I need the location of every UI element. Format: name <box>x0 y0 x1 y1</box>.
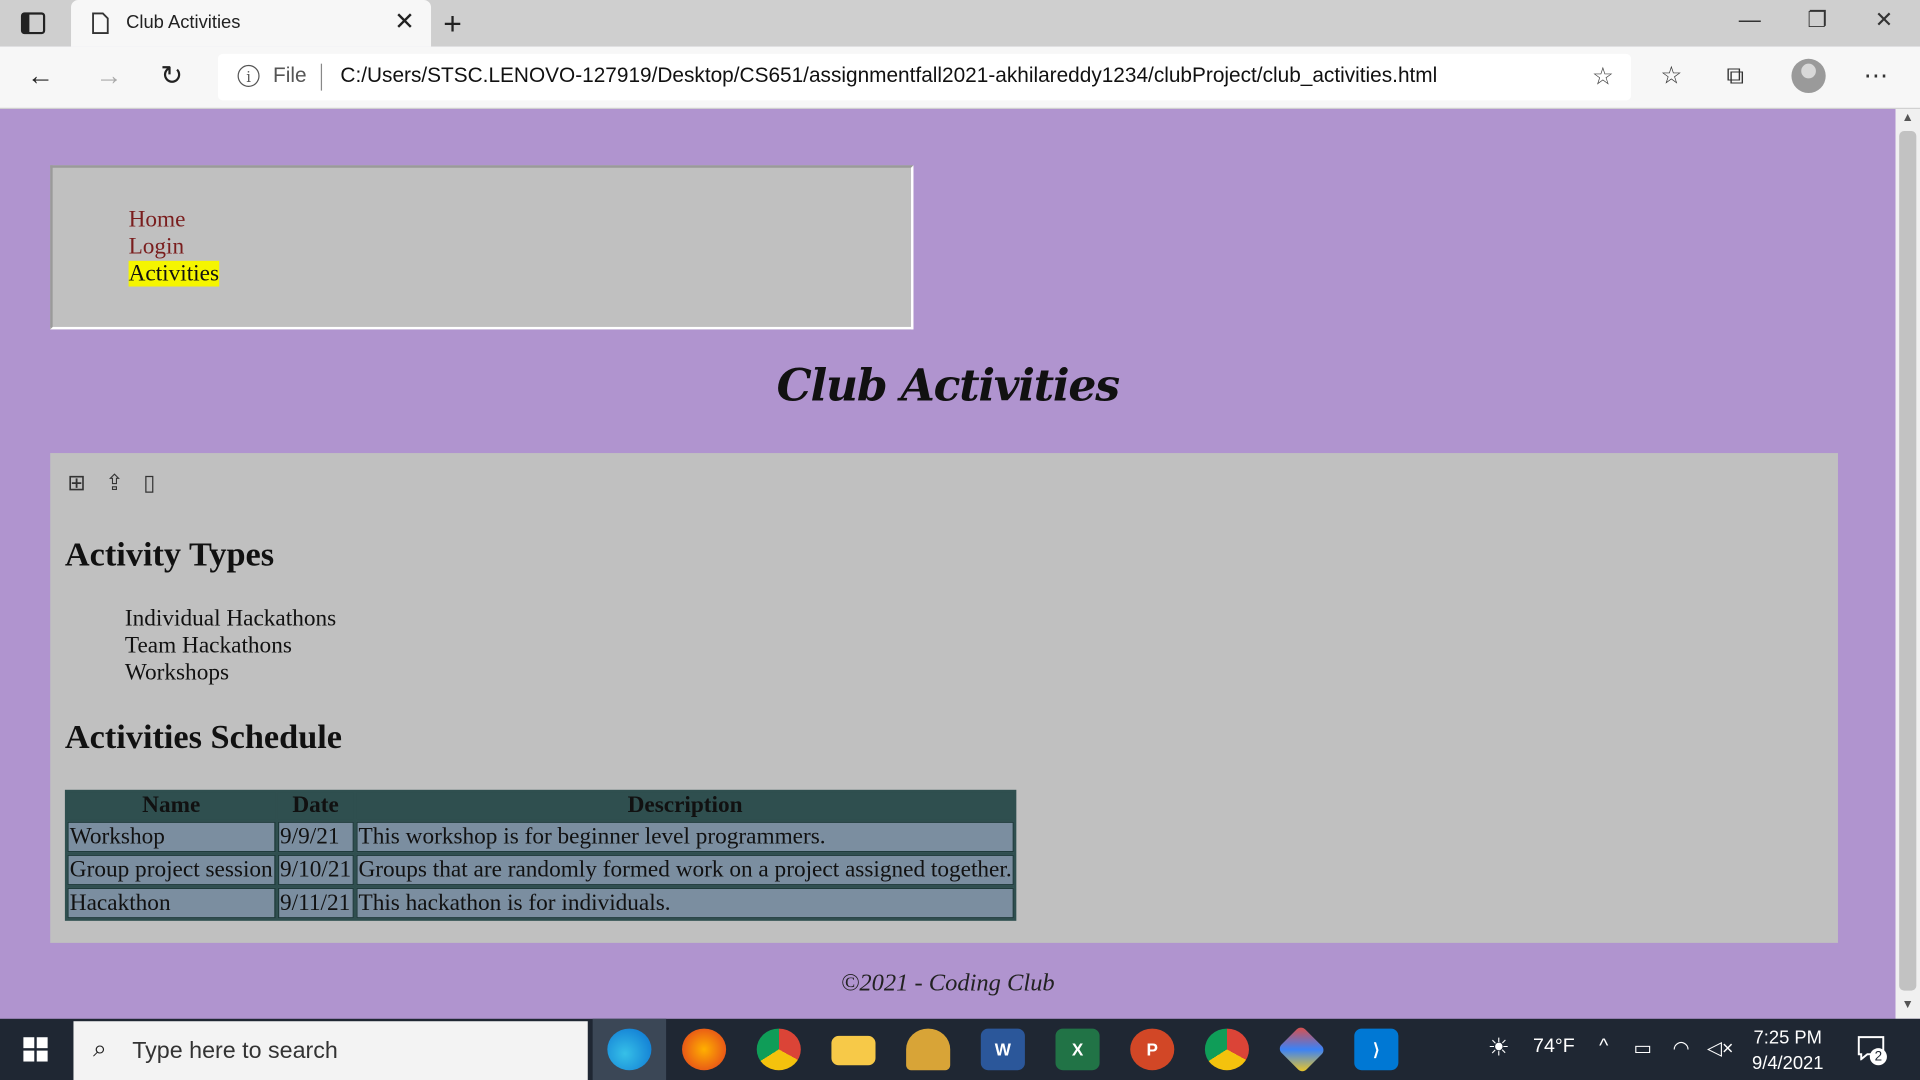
clock-time: 7:25 PM <box>1753 1027 1822 1049</box>
chrome-icon[interactable] <box>756 1028 801 1071</box>
security-lock-icon[interactable] <box>906 1028 951 1071</box>
cell-name: Group project session <box>67 854 276 886</box>
cell-date: 9/9/21 <box>277 821 354 853</box>
activity-types-heading: Activity Types <box>64 536 275 575</box>
scrollbar-thumb[interactable] <box>1899 131 1917 991</box>
page-footer: ©2021 - Coding Club <box>840 969 1055 997</box>
tab-title: Club Activities <box>126 12 241 34</box>
address-separator <box>320 63 323 91</box>
add-table-icon[interactable]: ⊞ <box>67 470 85 496</box>
excel-icon[interactable]: X <box>1055 1028 1100 1071</box>
vscode-icon[interactable]: ⟩ <box>1354 1028 1399 1071</box>
file-explorer-icon[interactable] <box>831 1035 876 1066</box>
forward-icon[interactable]: → <box>96 59 123 93</box>
nav-link-activities[interactable]: Activities <box>128 260 220 287</box>
document-icon <box>92 12 109 34</box>
address-toolbar: ← → ↻ i File C:/Users/STSC.LENOVO-127919… <box>0 46 1920 109</box>
browser-tab-bar: Club Activities ✕ + — ❐ ✕ <box>0 0 1920 47</box>
cell-description: This workshop is for beginner level prog… <box>356 821 1015 853</box>
site-nav: Home Login Activities <box>50 165 914 330</box>
address-bar[interactable]: i File C:/Users/STSC.LENOVO-127919/Deskt… <box>217 53 1632 101</box>
table-header-row: Name Date Description <box>67 792 1015 820</box>
cell-name: Hacakthon <box>67 887 276 919</box>
profile-avatar[interactable] <box>1791 58 1826 94</box>
new-tab-icon[interactable]: + <box>443 5 462 42</box>
scroll-up-icon[interactable]: ▲ <box>1902 111 1914 124</box>
cell-description: Groups that are randomly formed work on … <box>356 854 1015 886</box>
browser-tab-club-activities[interactable]: Club Activities ✕ <box>71 0 432 47</box>
back-icon[interactable]: ← <box>27 59 54 93</box>
page-viewport: Home Login Activities Club Activities ⊞ … <box>0 108 1896 1019</box>
refresh-icon[interactable]: ↻ <box>160 59 183 93</box>
table-row: Workshop 9/9/21 This workshop is for beg… <box>67 821 1015 853</box>
schedule-table: Name Date Description Workshop 9/9/21 Th… <box>64 789 1017 921</box>
nav-link-login[interactable]: Login <box>129 234 185 260</box>
system-clock[interactable]: 7:25 PM 9/4/2021 <box>1739 1025 1837 1076</box>
git-tool-icon[interactable] <box>1277 1025 1326 1074</box>
favorites-icon[interactable]: ☆ <box>1660 59 1682 93</box>
search-icon: ⌕ <box>93 1035 107 1063</box>
address-protocol-label: File <box>273 63 307 87</box>
info-icon[interactable]: i <box>237 64 260 87</box>
table-row: Group project session 9/10/21 Groups tha… <box>67 854 1015 886</box>
list-item: Team Hackathons <box>124 633 292 659</box>
chevron-up-icon[interactable]: ^ <box>1599 1036 1608 1058</box>
column-header-date: Date <box>277 792 354 820</box>
cell-date: 9/10/21 <box>277 854 354 886</box>
wifi-icon[interactable]: ◠ <box>1673 1036 1690 1060</box>
firefox-icon[interactable] <box>682 1028 727 1071</box>
close-window-icon[interactable]: ✕ <box>1875 7 1893 33</box>
word-icon[interactable]: W <box>980 1028 1025 1071</box>
powerpoint-icon[interactable]: P <box>1130 1028 1175 1071</box>
address-url[interactable]: C:/Users/STSC.LENOVO-127919/Desktop/CS65… <box>340 64 1437 88</box>
cell-name: Workshop <box>67 821 276 853</box>
add-favorite-icon[interactable]: ☆ <box>1592 61 1614 92</box>
volume-muted-icon[interactable]: ◁× <box>1707 1036 1734 1060</box>
column-header-name: Name <box>67 792 276 820</box>
nav-link-home[interactable]: Home <box>129 207 186 233</box>
vertical-scrollbar[interactable]: ▲ ▼ <box>1895 108 1920 1019</box>
close-tab-icon[interactable]: ✕ <box>394 10 415 34</box>
scroll-down-icon[interactable]: ▼ <box>1902 998 1914 1011</box>
table-row: Hacakthon 9/11/21 This hackathon is for … <box>67 887 1015 919</box>
weather-temperature[interactable]: 74°F <box>1533 1036 1575 1058</box>
sidebar-icon[interactable]: ▯ <box>143 470 155 496</box>
column-header-description: Description <box>356 792 1015 820</box>
share-icon[interactable]: ⇪ <box>105 470 123 496</box>
cell-description: This hackathon is for individuals. <box>356 887 1015 919</box>
page-title: Club Activities <box>776 360 1120 412</box>
collections-icon[interactable]: ⧉ <box>1727 59 1744 93</box>
edge-icon[interactable] <box>607 1028 652 1071</box>
schedule-heading: Activities Schedule <box>64 718 343 757</box>
chrome-profile-icon[interactable] <box>1204 1028 1249 1071</box>
minimize-icon[interactable]: — <box>1739 7 1761 33</box>
clock-date: 9/4/2021 <box>1751 1053 1824 1074</box>
restore-icon[interactable]: ❐ <box>1807 7 1827 33</box>
more-menu-icon[interactable]: ⋯ <box>1864 59 1888 93</box>
weather-icon[interactable]: ☀ <box>1488 1032 1510 1063</box>
tab-actions-icon[interactable] <box>20 11 47 35</box>
taskbar-search-placeholder: Type here to search <box>132 1038 338 1065</box>
battery-icon[interactable]: ▭ <box>1633 1036 1652 1060</box>
taskbar-search[interactable]: ⌕ Type here to search <box>73 1021 588 1080</box>
activity-types-list: Individual Hackathons Team Hackathons Wo… <box>125 606 336 687</box>
windows-start-icon[interactable] <box>23 1037 48 1062</box>
cell-date: 9/11/21 <box>277 887 354 919</box>
main-content-panel: ⊞ ⇪ ▯ Activity Types Individual Hackatho… <box>50 453 1838 943</box>
taskbar: ⌕ Type here to search W X P ⟩ ☀ 74°F ^ ▭… <box>0 1018 1920 1080</box>
notification-count-badge: 2 <box>1869 1048 1887 1066</box>
list-item: Workshops <box>124 660 230 686</box>
list-item: Individual Hackathons <box>124 606 337 632</box>
